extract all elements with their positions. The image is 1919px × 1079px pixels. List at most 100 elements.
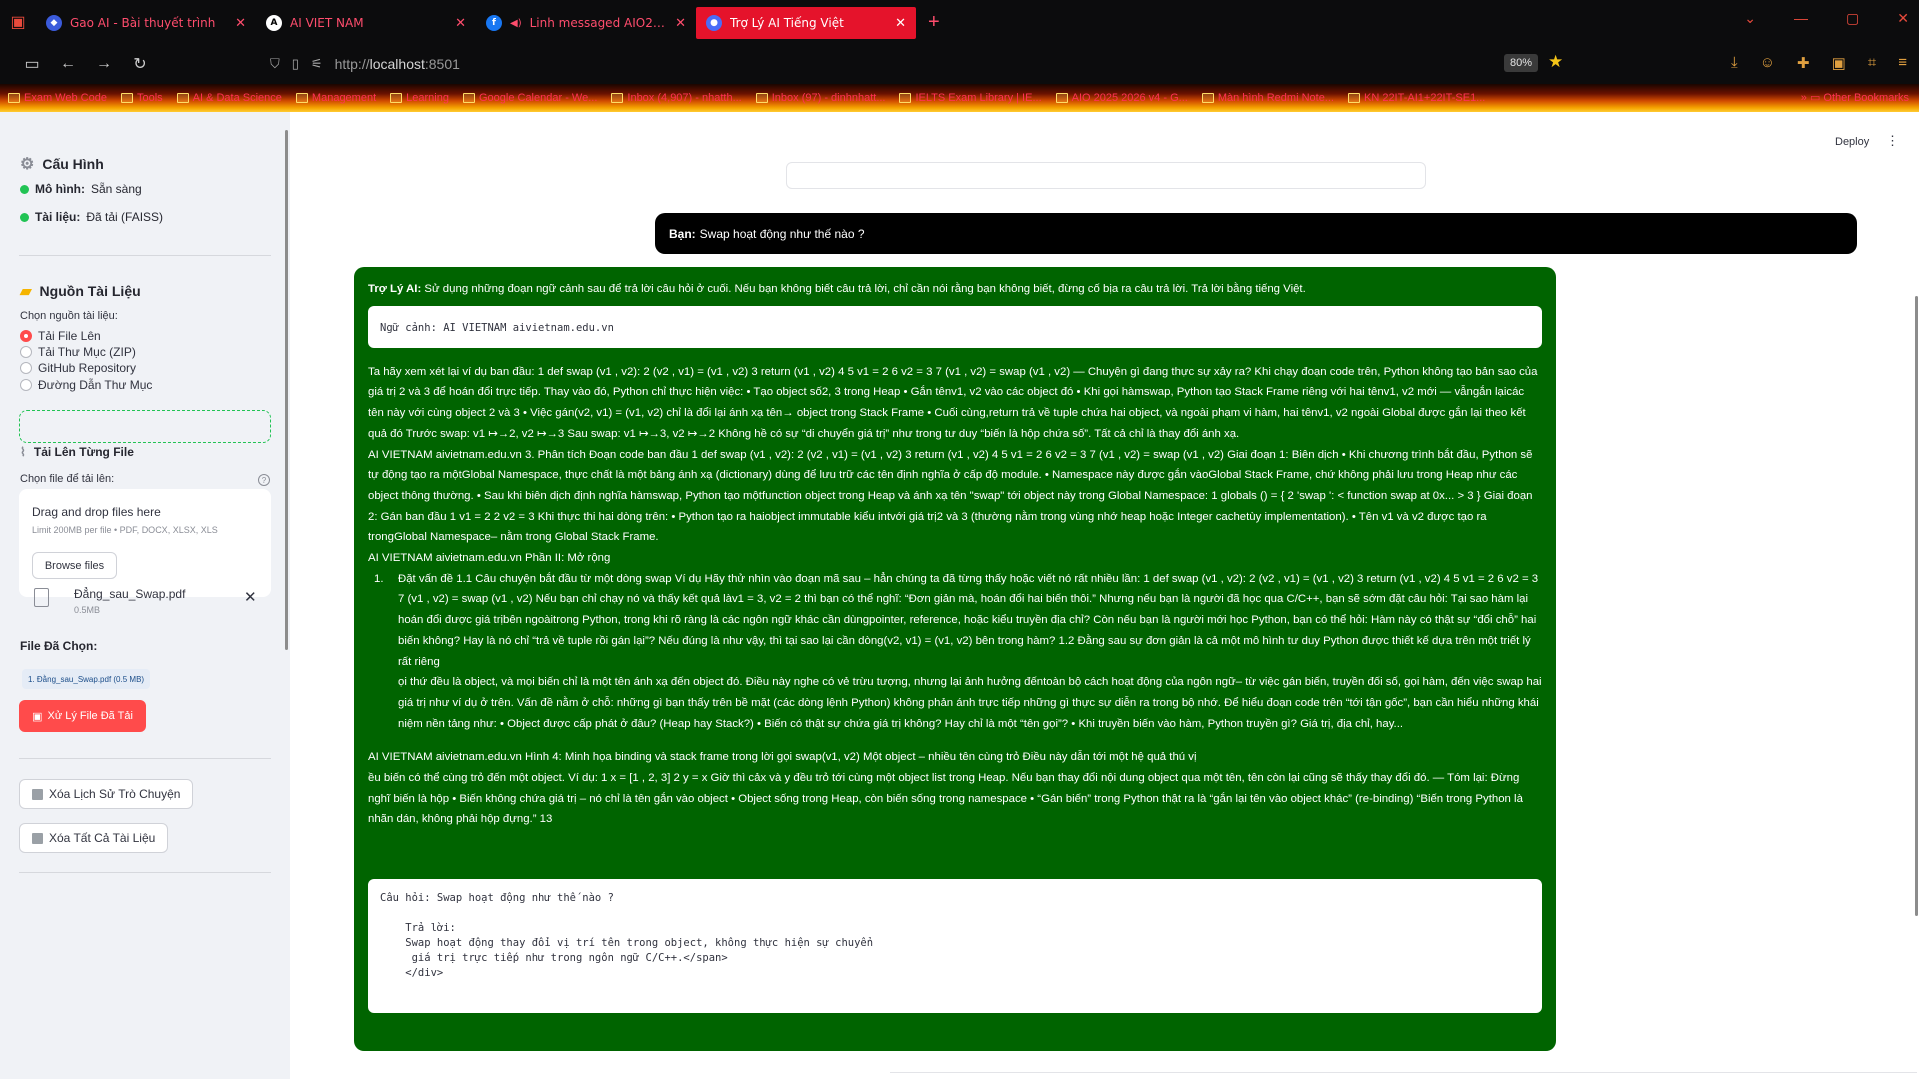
permissions-icon[interactable]: ⚟	[311, 56, 323, 72]
bookmark-item[interactable]: AI & Data Science	[176, 92, 282, 104]
tab-gao-ai[interactable]: ◆ Gao AI - Bài thuyết trình ✕	[36, 7, 256, 39]
list-item: 1. Đặt vấn đề 1.1 Câu chuyện bắt đầu từ …	[368, 569, 1542, 735]
more-extensions-icon[interactable]: ⌗	[1868, 54, 1876, 72]
bookmark-item[interactable]: AIO 2025 2026 v4 - G...	[1055, 92, 1188, 104]
radio-icon[interactable]	[20, 379, 32, 391]
close-tab-icon[interactable]: ✕	[895, 16, 906, 31]
tab-ai-vietnam[interactable]: A AI VIET NAM ✕	[256, 7, 476, 39]
extensions-icon[interactable]: ✚	[1797, 54, 1810, 72]
close-window-icon[interactable]: ✕	[1897, 10, 1909, 27]
menu-icon[interactable]: ≡	[1898, 54, 1907, 72]
file-dropzone[interactable]: Drag and drop files here Limit 200MB per…	[19, 489, 271, 597]
browse-files-button[interactable]: Browse files	[32, 552, 117, 579]
bookmark-item[interactable]: Màn hình Redmi Note...	[1201, 92, 1334, 104]
bookmark-item[interactable]: Learning	[390, 92, 449, 104]
reload-icon[interactable]: ↻	[122, 54, 158, 74]
radio-selected-icon[interactable]	[20, 330, 32, 342]
clear-documents-button[interactable]: Xóa Tất Cả Tài Liệu	[19, 823, 169, 853]
folder-icon	[390, 93, 403, 103]
process-files-button[interactable]: ▣ Xử Lý File Đã Tải	[19, 700, 146, 732]
bookmark-item[interactable]: Inbox (97) - dinhnhatt...	[755, 92, 885, 104]
status-dot-icon	[20, 184, 29, 194]
zoom-level[interactable]: 80%	[1504, 54, 1539, 72]
new-tab-icon[interactable]: +	[928, 11, 940, 34]
context-paragraph: AI VIETNAM aivietnam.edu.vn Hình 4: Minh…	[368, 751, 1197, 764]
dropzone-limit: Limit 200MB per file • PDF, DOCX, XLSX, …	[32, 525, 218, 535]
bookmarks-bar: Exam Web Code Tools AI & Data Science Ma…	[0, 84, 1919, 112]
maximize-icon[interactable]: ▢	[1846, 10, 1859, 27]
address-bar[interactable]: ⛉ ▯ ⚟ http://localhost:8501	[270, 50, 1530, 78]
main-scrollbar[interactable]	[1915, 296, 1918, 916]
assistant-intro: Sử dụng những đoạn ngữ cảnh sau để trả l…	[424, 283, 1306, 295]
bookmark-item[interactable]: Tools	[120, 92, 163, 104]
mail-icon	[755, 93, 768, 103]
config-heading: ⚙ Cấu Hình	[20, 156, 104, 173]
sheets-icon	[1055, 93, 1068, 103]
page-icon[interactable]: ▯	[292, 56, 299, 72]
radio-icon[interactable]	[20, 362, 32, 374]
tab-tro-ly-ai[interactable]: ● Trợ Lý AI Tiếng Việt ✕	[696, 7, 916, 39]
mail-icon	[611, 93, 624, 103]
source-select-label: Chọn nguồn tài liệu:	[20, 310, 118, 322]
shield-icon[interactable]: ⛉	[270, 56, 280, 72]
bookmark-item[interactable]: KN 22IT-AI1+22IT-SE1...	[1347, 92, 1485, 104]
radio-upload-file[interactable]: Tải File Lên	[20, 329, 101, 343]
profile-icon[interactable]: ☺	[1760, 54, 1775, 72]
radio-github[interactable]: GitHub Repository	[20, 361, 136, 375]
extension-badge-icon[interactable]: ▣	[1832, 54, 1846, 72]
context-paragraph: ều biến có thể cùng trỏ đến một object. …	[368, 772, 1523, 826]
folder-icon	[176, 93, 189, 103]
trash-icon	[32, 832, 43, 844]
s-icon	[1201, 93, 1214, 103]
other-bookmarks[interactable]: » ▭ Other Bookmarks	[1801, 91, 1909, 104]
more-options-icon[interactable]: ⋮	[1886, 133, 1899, 149]
facebook-favicon-icon: f	[486, 15, 502, 31]
main-content: Deploy ⋮ Bạn: Swap hoạt động như thế nào …	[290, 112, 1919, 1079]
remove-file-icon[interactable]: ✕	[244, 588, 257, 606]
bookmark-item[interactable]: Management	[295, 92, 376, 104]
ielts-icon	[899, 93, 912, 103]
folder-icon: ▰	[20, 283, 32, 300]
speaker-icon[interactable]: ◀)	[510, 18, 522, 29]
bookmark-item[interactable]: IELTS Exam Library | IE...	[899, 92, 1042, 104]
back-icon[interactable]: ←	[50, 55, 86, 73]
context-paragraph: AI VIETNAM aivietnam.edu.vn Phần II: Mở …	[368, 552, 611, 565]
browser-menu-icon[interactable]: ▣	[0, 0, 36, 44]
bookmark-item[interactable]: Inbox (4,907) - nhatth...	[611, 92, 742, 104]
bookmark-item[interactable]: Exam Web Code	[8, 92, 107, 104]
bookmark-item[interactable]: Google Calendar - We...	[462, 92, 597, 104]
dashed-container	[19, 410, 271, 443]
bookmark-star-icon[interactable]: ★	[1548, 52, 1563, 72]
context-paragraph: Ta hãy xem xét lại ví dụ ban đầu: 1 def …	[368, 365, 1538, 440]
source-heading: ▰ Nguồn Tài Liệu	[20, 283, 141, 300]
ai-vietnam-favicon-icon: A	[266, 15, 282, 31]
divider	[19, 758, 271, 759]
model-status: Mô hình: Sẵn sàng	[20, 182, 142, 196]
uploaded-file-item: Đẳng_sau_Swap.pdf 0.5MB ✕	[34, 583, 274, 623]
top-input-box[interactable]	[786, 162, 1426, 189]
clear-history-button[interactable]: Xóa Lịch Sử Trò Chuyện	[19, 779, 194, 809]
help-icon[interactable]: ?	[258, 474, 270, 486]
radio-icon[interactable]	[20, 346, 32, 358]
radio-folder-path[interactable]: Đường Dẫn Thư Mục	[20, 378, 152, 392]
download-icon[interactable]: ⤓	[1731, 54, 1738, 72]
deploy-button[interactable]: Deploy	[1835, 136, 1869, 148]
answer-code-block: Câu hỏi: Swap hoạt động như thế nào ? Tr…	[368, 879, 1542, 1013]
sidebar: ⚙ Cấu Hình Mô hình: Sẵn sàng Tài liệu: Đã …	[0, 112, 290, 1079]
sidebar-toggle-icon[interactable]: ▭	[14, 54, 50, 74]
tab-facebook[interactable]: f ◀) Linh messaged AIO2025 St ✕	[476, 7, 696, 39]
divider	[19, 255, 271, 256]
sidebar-scrollbar[interactable]	[285, 130, 288, 650]
trash-icon	[32, 788, 43, 800]
close-tab-icon[interactable]: ✕	[455, 16, 466, 31]
minimize-icon[interactable]: —	[1794, 10, 1808, 27]
radio-upload-zip[interactable]: Tải Thư Mục (ZIP)	[20, 345, 136, 359]
url-text[interactable]: http://localhost:8501	[335, 56, 460, 72]
browser-nav-bar: ▭ ← → ↻ ⛉ ▯ ⚟ http://localhost:8501 80% …	[0, 44, 1919, 84]
close-tab-icon[interactable]: ✕	[675, 16, 686, 31]
streamlit-favicon-icon: ●	[706, 15, 722, 31]
tab-list-icon[interactable]: ⌄	[1744, 10, 1756, 27]
process-icon: ▣	[32, 710, 43, 723]
forward-icon[interactable]: →	[86, 55, 122, 73]
close-tab-icon[interactable]: ✕	[235, 16, 246, 31]
